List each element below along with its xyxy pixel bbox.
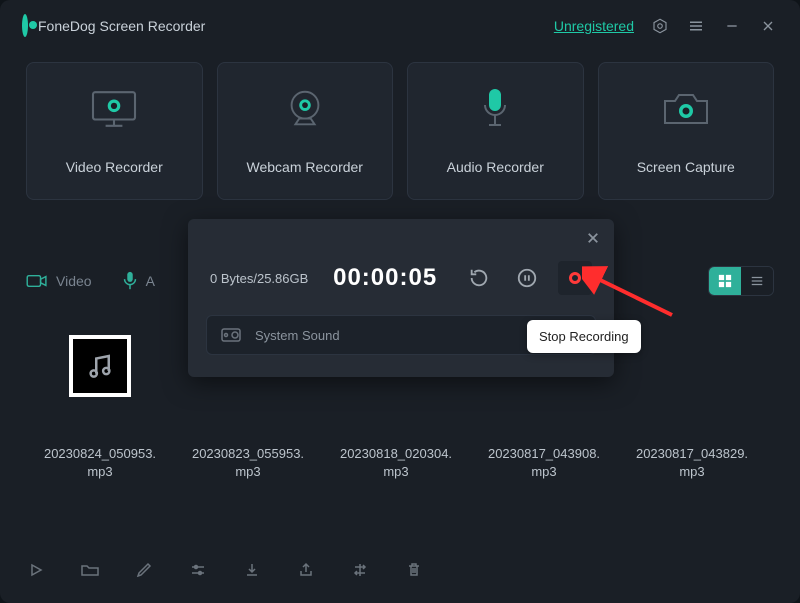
file-name: 20230823_055953.mp3 <box>188 445 308 480</box>
file-name: 20230818_020304.mp3 <box>336 445 456 480</box>
card-label: Audio Recorder <box>447 159 544 175</box>
card-webcam-recorder[interactable]: Webcam Recorder <box>217 62 394 200</box>
download-icon[interactable] <box>242 560 262 580</box>
app-title: FoneDog Screen Recorder <box>38 18 205 34</box>
file-name: 20230817_043908.mp3 <box>484 445 604 480</box>
card-screen-capture[interactable]: Screen Capture <box>598 62 775 200</box>
recorder-cards: Video Recorder Webcam Recorder Audio Rec… <box>0 52 800 222</box>
card-label: Webcam Recorder <box>247 159 363 175</box>
stop-button[interactable] <box>558 261 592 295</box>
list-item[interactable]: 20230817_043829.mp3 <box>632 335 752 480</box>
card-label: Screen Capture <box>637 159 735 175</box>
recording-panel: 0 Bytes/25.86GB 00:00:05 System Sound <box>188 219 614 377</box>
card-audio-recorder[interactable]: Audio Recorder <box>407 62 584 200</box>
unregistered-link[interactable]: Unregistered <box>554 18 634 34</box>
tab-audio[interactable]: A <box>122 271 155 291</box>
audio-source-label: System Sound <box>255 328 340 343</box>
folder-icon[interactable] <box>80 560 100 580</box>
tab-label: Video <box>56 273 92 289</box>
restart-button[interactable] <box>462 261 496 295</box>
music-file-icon <box>69 335 131 397</box>
tab-video[interactable]: Video <box>26 273 92 289</box>
settings-icon[interactable] <box>650 16 670 36</box>
menu-icon[interactable] <box>686 16 706 36</box>
sliders-icon[interactable] <box>188 560 208 580</box>
tooltip-stop-recording: Stop Recording <box>527 320 641 353</box>
view-switch <box>708 266 774 296</box>
bytes-status: 0 Bytes/25.86GB <box>210 271 308 286</box>
titlebar: FoneDog Screen Recorder Unregistered <box>0 0 800 52</box>
record-dot-icon <box>569 272 581 284</box>
card-video-recorder[interactable]: Video Recorder <box>26 62 203 200</box>
file-name: 20230817_043829.mp3 <box>632 445 752 480</box>
trash-icon[interactable] <box>404 560 424 580</box>
card-label: Video Recorder <box>66 159 163 175</box>
app-logo-icon <box>22 17 28 35</box>
convert-icon[interactable] <box>350 560 370 580</box>
close-panel-icon[interactable] <box>584 229 602 247</box>
monitor-icon <box>87 87 141 131</box>
share-icon[interactable] <box>296 560 316 580</box>
bottom-toolbar <box>26 557 774 583</box>
edit-icon[interactable] <box>134 560 154 580</box>
webcam-icon <box>282 87 328 131</box>
tab-label: A <box>146 273 155 289</box>
list-item[interactable]: 20230824_050953.mp3 <box>40 335 160 480</box>
grid-view-button[interactable] <box>709 267 741 295</box>
list-view-button[interactable] <box>741 267 773 295</box>
play-icon[interactable] <box>26 560 46 580</box>
minimize-icon[interactable] <box>722 16 742 36</box>
pause-button[interactable] <box>510 261 544 295</box>
recording-timer: 00:00:05 <box>333 264 437 292</box>
camera-icon <box>660 87 712 131</box>
speaker-icon <box>221 327 243 343</box>
file-name: 20230824_050953.mp3 <box>40 445 160 480</box>
microphone-icon <box>479 87 511 131</box>
close-icon[interactable] <box>758 16 778 36</box>
